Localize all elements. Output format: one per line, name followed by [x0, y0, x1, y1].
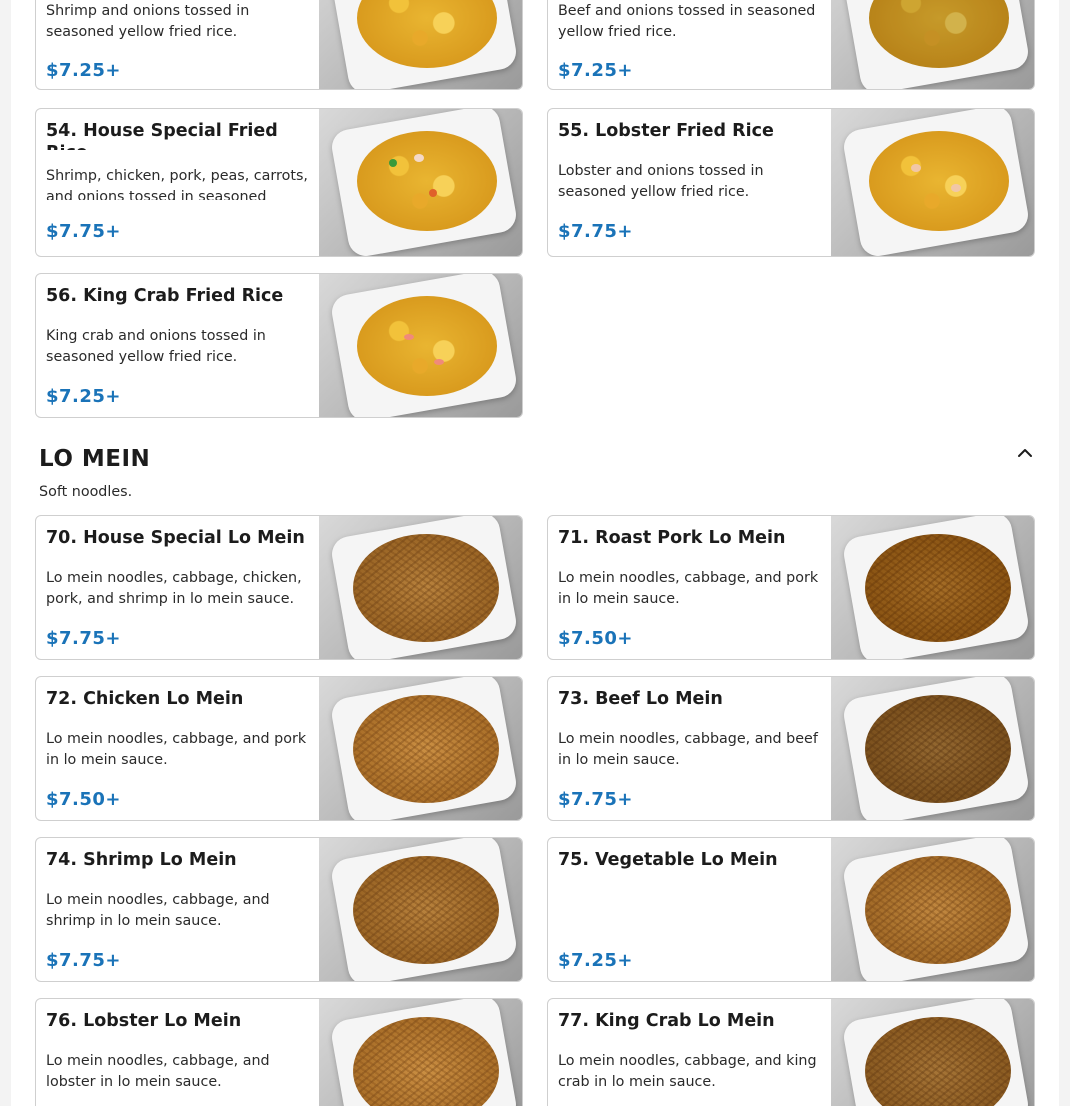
- item-price: $7.75+: [558, 789, 634, 810]
- item-price: $7.75+: [46, 628, 122, 649]
- item-description: Shrimp and onions tossed in seasoned yel…: [46, 3, 250, 40]
- item-title: 77. King Crab Lo Mein: [558, 1011, 775, 1031]
- menu-item-card[interactable]: 77. King Crab Lo Mein Lo mein noodles, c…: [547, 998, 1035, 1106]
- item-description: Lo mein noodles, cabbage, and lobster in…: [46, 1053, 270, 1090]
- item-photo: [319, 274, 522, 417]
- menu-item-card[interactable]: 75. Vegetable Lo Mein $7.25+: [547, 837, 1035, 982]
- item-title: 73. Beef Lo Mein: [558, 689, 723, 709]
- item-title: 74. Shrimp Lo Mein: [46, 850, 237, 870]
- item-description: Lobster and onions tossed in seasoned ye…: [558, 163, 764, 200]
- item-photo: [831, 838, 1034, 981]
- item-photo: [319, 838, 522, 981]
- menu-item-card[interactable]: 76. Lobster Lo Mein Lo mein noodles, cab…: [35, 998, 523, 1106]
- menu-item-card[interactable]: 54. House Special Fried Rice Shrimp, chi…: [35, 108, 523, 257]
- item-photo: [831, 999, 1034, 1106]
- menu-item-card[interactable]: 73. Beef Lo Mein Lo mein noodles, cabbag…: [547, 676, 1035, 821]
- item-price: $7.75+: [46, 221, 122, 242]
- menu-item-card[interactable]: 72. Chicken Lo Mein Lo mein noodles, cab…: [35, 676, 523, 821]
- item-price: $7.25+: [46, 386, 122, 407]
- item-price: $7.25+: [558, 950, 634, 971]
- item-description: Beef and onions tossed in seasoned yello…: [558, 3, 816, 40]
- chevron-up-icon: [1018, 449, 1032, 457]
- item-title: 71. Roast Pork Lo Mein: [558, 528, 786, 548]
- item-description: Lo mein noodles, cabbage, and pork in lo…: [46, 731, 307, 768]
- section-title: LO MEIN: [39, 446, 151, 472]
- item-description: Lo mein noodles, cabbage, and pork in lo…: [558, 570, 819, 607]
- item-title: 75. Vegetable Lo Mein: [558, 850, 778, 870]
- item-price: $7.50+: [46, 789, 122, 810]
- item-description: Lo mein noodles, cabbage, and beef in lo…: [558, 731, 818, 768]
- item-photo: [831, 109, 1034, 256]
- item-description: Lo mein noodles, cabbage, and shrimp in …: [46, 892, 270, 929]
- item-photo: [319, 516, 522, 659]
- item-title: 55. Lobster Fried Rice: [558, 121, 774, 141]
- menu-item-card[interactable]: 70. House Special Lo Mein Lo mein noodle…: [35, 515, 523, 660]
- item-title: 70. House Special Lo Mein: [46, 528, 305, 548]
- item-photo: [319, 109, 522, 256]
- item-price: $7.25+: [46, 60, 122, 81]
- item-description: Shrimp, chicken, pork, peas, carrots, an…: [46, 168, 308, 200]
- item-title: 72. Chicken Lo Mein: [46, 689, 244, 709]
- item-price: $7.75+: [558, 221, 634, 242]
- item-photo: [831, 0, 1034, 89]
- item-photo: [831, 677, 1034, 820]
- item-price: $7.50+: [558, 628, 634, 649]
- item-photo: [319, 999, 522, 1106]
- item-description: Lo mein noodles, cabbage, and king crab …: [558, 1053, 817, 1090]
- item-description: Lo mein noodles, cabbage, chicken, pork,…: [46, 570, 302, 607]
- item-title: 56. King Crab Fried Rice: [46, 286, 284, 306]
- item-photo: [319, 0, 522, 89]
- menu-item-card[interactable]: Beef and onions tossed in seasoned yello…: [547, 0, 1035, 90]
- item-price: $7.75+: [46, 950, 122, 971]
- menu-item-card[interactable]: 74. Shrimp Lo Mein Lo mein noodles, cabb…: [35, 837, 523, 982]
- item-title: 54. House Special Fried Rice: [46, 121, 278, 150]
- menu-item-card[interactable]: 71. Roast Pork Lo Mein Lo mein noodles, …: [547, 515, 1035, 660]
- menu-item-card[interactable]: 55. Lobster Fried Rice Lobster and onion…: [547, 108, 1035, 257]
- section-subtitle: Soft noodles.: [39, 484, 133, 500]
- menu-item-card[interactable]: Shrimp and onions tossed in seasoned yel…: [35, 0, 523, 90]
- collapse-section-button[interactable]: [1013, 441, 1037, 465]
- item-description: King crab and onions tossed in seasoned …: [46, 328, 266, 365]
- item-photo: [831, 516, 1034, 659]
- item-photo: [319, 677, 522, 820]
- menu-item-card[interactable]: 56. King Crab Fried Rice King crab and o…: [35, 273, 523, 418]
- item-price: $7.25+: [558, 60, 634, 81]
- item-title: 76. Lobster Lo Mein: [46, 1011, 242, 1031]
